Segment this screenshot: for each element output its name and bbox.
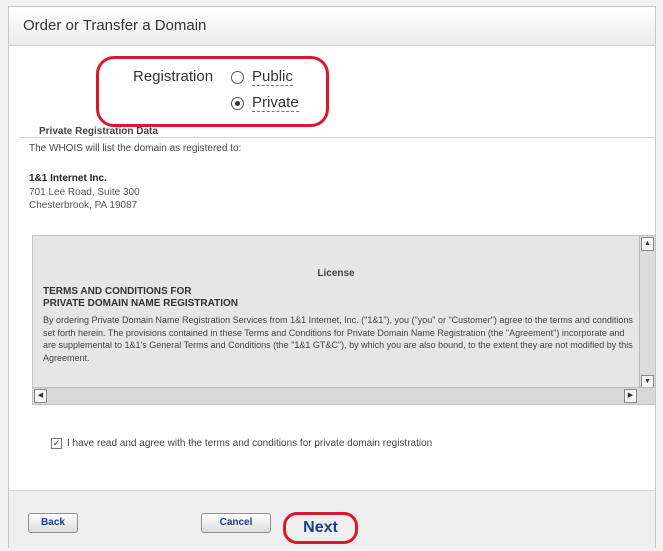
terms-title-line2: PRIVATE DOMAIN NAME REGISTRATION	[43, 298, 238, 309]
cancel-button[interactable]: Cancel	[201, 513, 271, 533]
license-terms-title: TERMS AND CONDITIONS FOR PRIVATE DOMAIN …	[43, 286, 238, 310]
registrant-address-line2: Chesterbrook, PA 19087	[29, 200, 138, 211]
panel-header: Order or Transfer a Domain	[9, 7, 655, 46]
order-domain-panel: Order or Transfer a Domain Registration …	[8, 6, 656, 548]
agree-checkbox-label[interactable]: I have read and agree with the terms and…	[67, 438, 432, 449]
license-horizontal-scrollbar[interactable]: ◀ ▶	[33, 387, 655, 404]
scroll-left-arrow-icon[interactable]: ◀	[34, 389, 47, 403]
registrant-company: 1&1 Internet Inc.	[29, 173, 107, 184]
license-vertical-scrollbar[interactable]: ▲ ▼	[639, 236, 655, 390]
license-body-text: By ordering Private Domain Name Registra…	[43, 315, 633, 363]
private-data-section-title: Private Registration Data	[39, 126, 158, 137]
registrant-address-line1: 701 Lee Road, Suite 300	[29, 187, 140, 198]
license-heading: License	[317, 268, 355, 279]
agree-checkbox[interactable]: ✓	[51, 438, 62, 449]
agree-terms-row[interactable]: ✓ I have read and agree with the terms a…	[51, 438, 432, 449]
whois-text: The WHOIS will list the domain as regist…	[29, 143, 242, 154]
back-button[interactable]: Back	[28, 513, 78, 533]
terms-title-line1: TERMS AND CONDITIONS FOR	[43, 286, 192, 297]
scroll-right-arrow-icon[interactable]: ▶	[624, 389, 637, 403]
next-button[interactable]: Next	[283, 512, 358, 544]
registration-highlight-ring	[96, 56, 329, 127]
license-box[interactable]: License TERMS AND CONDITIONS FOR PRIVATE…	[32, 235, 656, 405]
page-title: Order or Transfer a Domain	[23, 17, 207, 34]
section-divider	[19, 137, 655, 138]
scroll-up-arrow-icon[interactable]: ▲	[641, 237, 654, 251]
